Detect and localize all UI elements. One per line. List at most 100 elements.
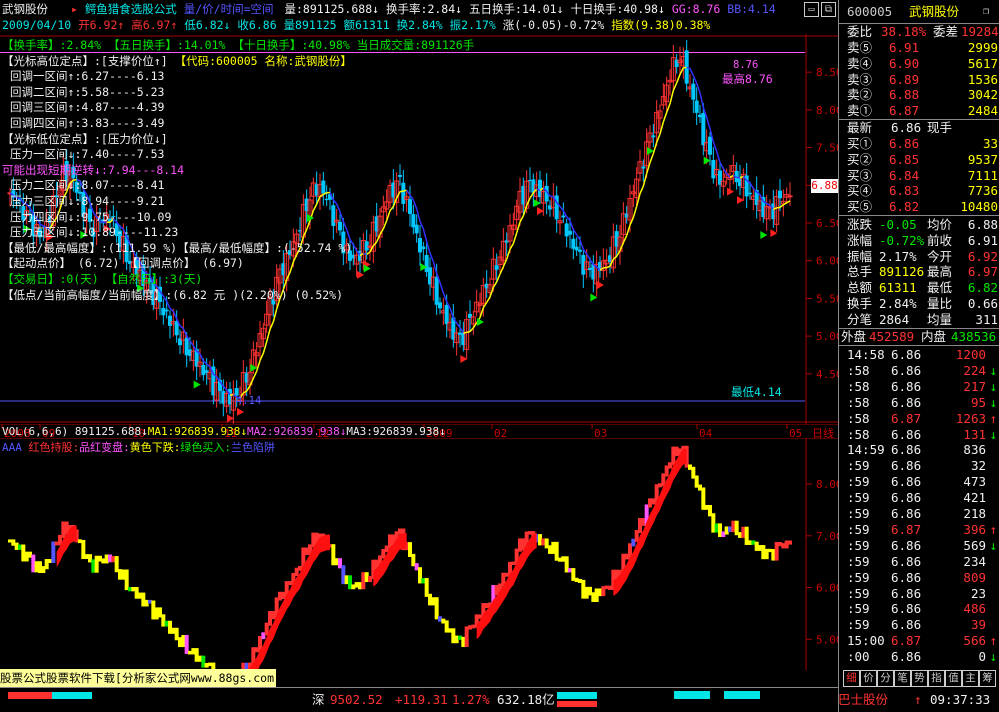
tick-time: 14:59 — [847, 442, 885, 458]
panel-tab[interactable]: 分 — [877, 670, 894, 687]
pressure-range: :8.94----9.21 — [74, 193, 165, 208]
sell-price: 6.89 — [889, 71, 920, 87]
buy-label: 买④ — [847, 183, 873, 199]
indicator-svg[interactable]: 8.00 7.00 6.00 5.00 — [0, 437, 843, 688]
tick-volume: 836 — [963, 442, 986, 458]
support-item: 回调一区间↑:6.27----6.13 — [2, 69, 474, 85]
indicator-legend: AAA 红色持股:品红变盘:黄色下跌:绿色买入:兰色陷阱 — [2, 439, 275, 455]
tick-row: :58 6.86 131 ↓ — [839, 427, 999, 443]
tick-row: :59 6.86 473 — [839, 474, 999, 490]
tick-row: :59 6.86 23 — [839, 586, 999, 602]
candle-body — [494, 265, 499, 270]
stat-label: 最低 — [927, 280, 953, 296]
support-item: 回调四区间↑:3.83----3.49 — [2, 116, 474, 132]
price-tick: 5.50 — [816, 292, 838, 305]
stat-value: 311 — [975, 311, 998, 327]
header-row-1: 武钢股份 ▸ 鳄鱼猎食选股公式 量/价/时间=空间 量:891125.688↓ … — [2, 2, 776, 16]
ind-tick: 5.00 — [816, 633, 838, 646]
indicator-panel[interactable]: VOL(6,6,6) 891125.688↓MA1:926839.938↓MA2… — [0, 425, 843, 688]
panel-menu-icon[interactable]: ❐ — [983, 4, 989, 20]
stats-table: 涨跌 -0.05 均价 6.88 涨幅 -0.72% 前收 6.91 振幅 2.17% 今开 6.92… — [839, 215, 999, 327]
ma-segment — [466, 330, 471, 334]
high-readout: 高6.97 — [131, 18, 171, 32]
open-readout: 开6.92 — [78, 18, 118, 32]
stat-row: 分笔 2864 均量 311 — [839, 312, 999, 328]
minimize-button[interactable]: ▭ — [804, 2, 819, 17]
tick-price: 6.86 — [891, 617, 922, 633]
indicator-axis: 8.00 7.00 6.00 5.00 — [806, 478, 843, 646]
formula-name[interactable]: 鳄鱼猎食选股公式 — [85, 2, 177, 16]
buy-label: 买② — [847, 151, 873, 167]
pressure-name: 压力三区间↓ — [10, 193, 75, 208]
price-tick: 8.00 — [816, 104, 838, 117]
tick-volume: 217 — [963, 378, 986, 394]
panel-tab[interactable]: 值 — [945, 670, 962, 687]
buy-price: 6.84 — [889, 167, 920, 183]
pressure-item: 压力五区间↓:10.89----11.23 — [2, 225, 474, 241]
tick-row: :59 6.86 421 — [839, 490, 999, 506]
tick-price: 6.86 — [891, 426, 922, 442]
turnover5-readout: 五日换手:14.01 — [469, 2, 557, 16]
sell-volume: 1536 — [967, 71, 998, 87]
sell-row: 卖④ 6.90 5617 — [839, 56, 999, 72]
stat-value: 6.91 — [967, 232, 998, 248]
tick-time: :59 — [847, 553, 870, 569]
tick-volume: 569 — [963, 537, 986, 553]
stock-name[interactable]: 武钢股份 — [2, 2, 48, 16]
index-value: 9502.52 — [330, 692, 383, 707]
stat-label: 分笔 — [847, 311, 873, 327]
low-mark: 4.14 — [236, 395, 262, 407]
panel-tab[interactable]: 笔 — [894, 670, 911, 687]
tick-time: 14:58 — [847, 347, 885, 362]
info-panel: 【换手率】:2.84% 【五日换手】:14.01% 【十日换手】:40.98% … — [2, 38, 474, 303]
holding-band — [613, 448, 687, 596]
holding-band — [476, 532, 537, 640]
tick-volume: 39 — [970, 617, 986, 633]
tick-price: 6.86 — [891, 649, 922, 665]
panel-tab[interactable]: 指 — [928, 670, 945, 687]
panel-tab[interactable]: 细 — [843, 670, 860, 687]
kline-chart[interactable]: 8.508.007.507.006.506.005.505.004.50 最高8… — [0, 34, 843, 424]
tick-arrow-icon: ↓ — [989, 378, 997, 394]
vol-part: MA3:926839.938↓ — [346, 425, 446, 438]
panel-tab[interactable]: 主 — [962, 670, 979, 687]
buy-volume: 33 — [982, 136, 998, 151]
panel-tabs: 细价分笔势指值主筹 — [839, 670, 999, 688]
tick-time: :59 — [847, 474, 870, 490]
panel-tab[interactable]: 价 — [860, 670, 877, 687]
panel-tab[interactable]: 势 — [911, 670, 928, 687]
tick-price: 6.86 — [891, 442, 922, 458]
pressure-range: :7.40----7.53 — [74, 147, 165, 162]
turnover-summary-part: 【五日换手】 — [107, 38, 177, 52]
tick-time: :58 — [847, 378, 870, 394]
sell-price: 6.91 — [889, 40, 920, 55]
tick-time: :59 — [847, 585, 870, 601]
stat-value: 6.97 — [967, 264, 998, 280]
stock-code: 600005 — [847, 4, 893, 19]
legend-part: 兰色陷阱 — [231, 441, 275, 454]
ind-tick: 6.00 — [816, 582, 838, 595]
pressure-name: 压力二区间↓ — [10, 178, 75, 193]
code-row: 600005 武钢股份 ❐ — [839, 4, 999, 20]
ind-tick: 7.00 — [816, 530, 838, 543]
tick-price: 6.86 — [891, 362, 922, 378]
play-icon[interactable]: ▸ — [71, 2, 78, 16]
stat-value: 2.17% — [879, 248, 917, 264]
hand-label: 现手 — [927, 120, 953, 135]
tick-price: 6.86 — [891, 585, 922, 601]
sell-label: 卖⑤ — [847, 40, 873, 55]
restore-button[interactable]: ⧉ — [821, 2, 836, 17]
pressure-range: :7.94---8.14 — [100, 162, 185, 177]
tick-row: :58 6.86 217 ↓ — [839, 379, 999, 395]
candle-body — [168, 315, 172, 326]
support-range: :6.27----6.13 — [74, 69, 165, 84]
support-list: 回调一区间↑:6.27----6.13 回调二区间↑:5.58----5.23 回调… — [2, 69, 474, 131]
period-label[interactable]: 量/价/时间=空间 — [184, 2, 274, 16]
panel-tab[interactable]: 筹 — [979, 670, 996, 687]
candle-body — [651, 135, 656, 138]
stat-label: 均价 — [927, 217, 953, 232]
tick-time: :59 — [847, 617, 870, 633]
tick-row: :59 6.86 486 — [839, 601, 999, 617]
ad-link[interactable]: 股票公式股票软件下载[分析家公式网www.88gs.com] — [0, 669, 276, 687]
cursor-price-box: 6.88 — [811, 179, 838, 193]
